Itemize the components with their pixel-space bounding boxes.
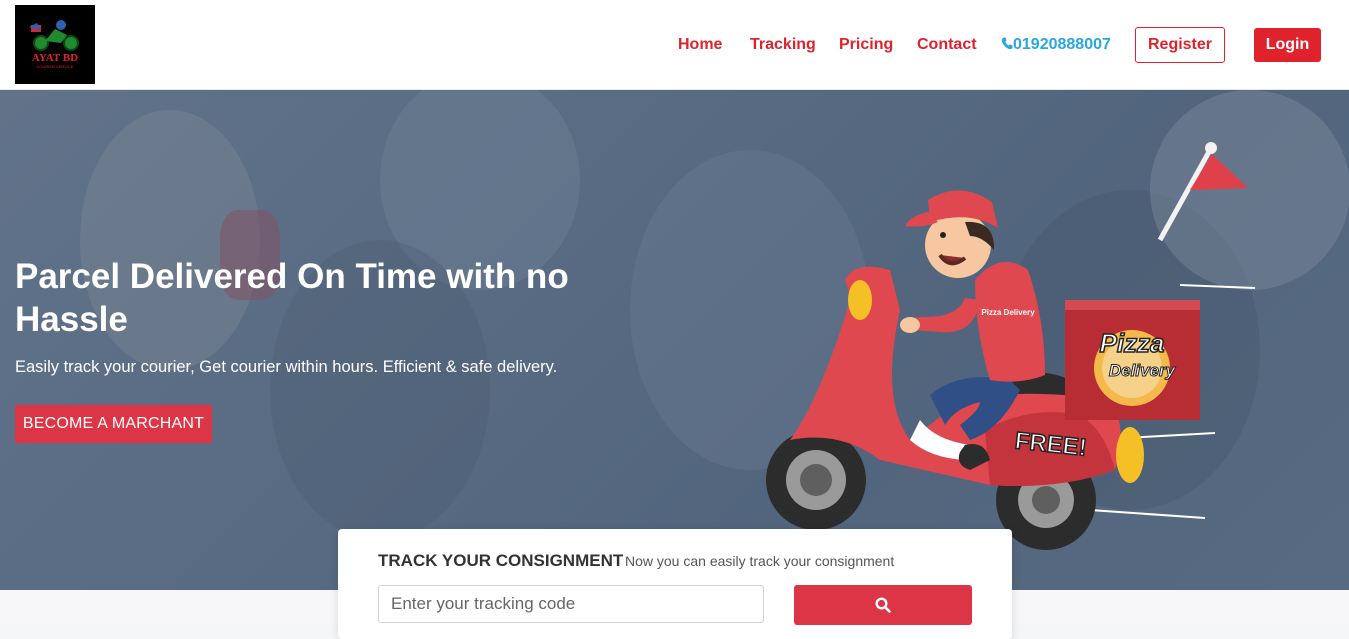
hero-title: Parcel Delivered On Time with no Hassle [15,257,569,339]
pizza-delivery-illustration: Pizza Delivery FREE! Pizza Delivery [766,142,1256,550]
hero-subtitle: Easily track your courier, Get courier w… [15,358,558,376]
shirt-logo: Pizza Delivery [981,308,1035,317]
login-button[interactable]: Login [1254,28,1321,62]
become-merchant-button[interactable]: BECOME A MARCHANT [15,405,212,443]
brand-logo[interactable]: AYAT BD COURIER SERVICE [15,5,95,84]
tracking-code-input[interactable] [378,585,764,623]
site-header: AYAT BD COURIER SERVICE Home Tracking Pr… [0,0,1349,90]
search-icon [875,597,891,613]
register-button[interactable]: Register [1135,27,1225,63]
phone-icon [1001,37,1013,50]
track-search-button[interactable] [794,585,972,625]
logo-tagline: COURIER SERVICE [36,64,73,69]
nav-pricing[interactable]: Pricing [839,36,893,54]
track-consignment-card: TRACK YOUR CONSIGNMENT Now you can easil… [338,529,1012,639]
phone-number: 01920888007 [1013,36,1111,53]
nav-tracking[interactable]: Tracking [750,36,816,54]
logo-text: AYAT BD [32,52,78,64]
pizza-box-text: Pizza [1099,328,1164,358]
nav-phone[interactable]: 01920888007 [1001,36,1111,54]
hero-section: Parcel Delivered On Time with no Hassle … [0,90,1349,590]
track-title: TRACK YOUR CONSIGNMENT [378,551,624,570]
nav-home[interactable]: Home [678,36,722,54]
pizza-box-subtext: Delivery [1109,361,1177,380]
track-subtitle: Now you can easily track your consignmen… [625,553,895,569]
nav-contact[interactable]: Contact [917,36,977,54]
